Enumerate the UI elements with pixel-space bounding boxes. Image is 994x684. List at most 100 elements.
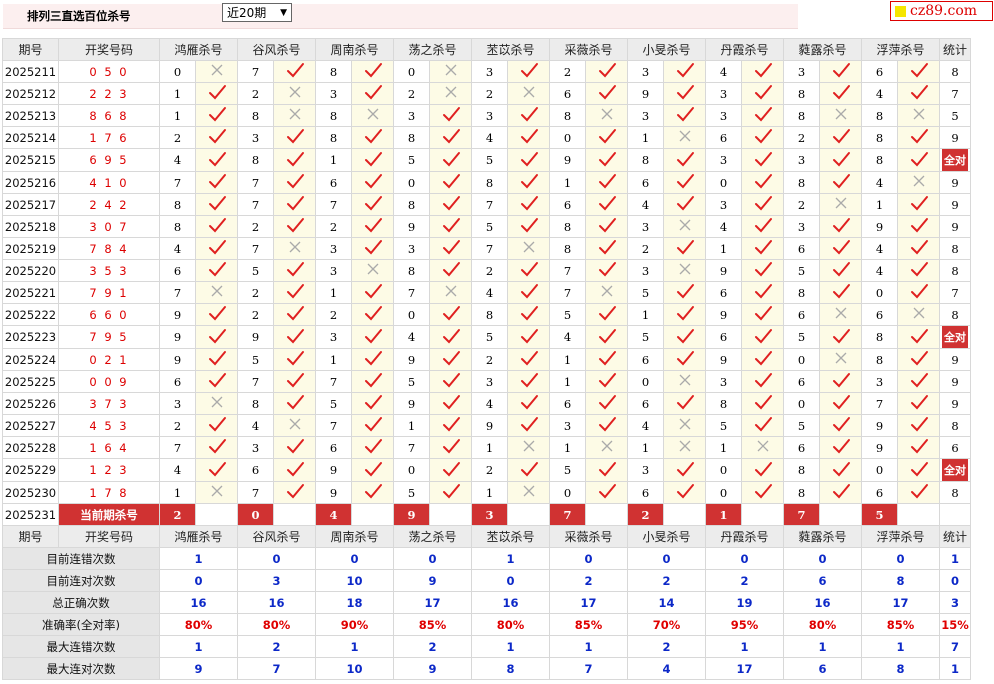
check-icon <box>598 484 616 499</box>
check-icon <box>286 284 304 299</box>
stats-row: 准确率(全对率) 80% 80% 90% 85% 80% 85% 70% 95% 80% 85% 15… <box>2 613 971 636</box>
result-mark-cell <box>351 104 394 127</box>
result-mark-cell <box>663 436 706 459</box>
check-icon <box>754 196 772 211</box>
draw-header: 开奖号码 <box>58 38 160 61</box>
kill-number-cell: 3 <box>549 414 586 437</box>
check-icon <box>754 351 772 366</box>
kill-number-cell: 6 <box>705 126 742 149</box>
kill-number-cell: 0 <box>549 481 586 504</box>
stats-value: 8 <box>861 657 940 680</box>
stats-value: 1 <box>471 547 550 570</box>
cross-icon <box>679 263 690 275</box>
kill-number-cell: 3 <box>471 370 508 393</box>
check-icon <box>520 306 538 321</box>
result-mark-cell <box>741 259 784 282</box>
stats-value: 1 <box>549 635 628 658</box>
result-mark-cell <box>351 481 394 504</box>
check-icon <box>364 218 382 233</box>
result-mark-cell <box>741 281 784 304</box>
site-logo[interactable]: cz89.com <box>890 1 993 21</box>
check-icon <box>754 218 772 233</box>
check-icon <box>286 196 304 211</box>
table-row: 2025213 8 6 81 8 8 3 3 8 3 3 8 8 5 <box>2 104 971 127</box>
result-mark-cell <box>273 215 316 238</box>
kill-number-cell: 1 <box>705 237 742 260</box>
result-mark-cell <box>273 281 316 304</box>
check-icon <box>910 395 928 410</box>
draw-number-cell: 7 9 5 <box>58 325 160 349</box>
result-mark-cell <box>897 458 940 482</box>
result-mark-cell <box>351 281 394 304</box>
stats-label: 最大连错次数 <box>2 635 160 658</box>
table-row: 2025216 4 1 077608160849 <box>2 171 971 194</box>
kill-number-cell: 2 <box>159 126 196 149</box>
cross-icon <box>289 418 300 430</box>
result-mark-cell <box>819 392 862 415</box>
kill-number-cell: 4 <box>861 171 898 194</box>
result-mark-cell <box>741 458 784 482</box>
result-mark-cell <box>507 215 550 238</box>
result-mark-cell <box>741 325 784 349</box>
kill-number-cell: 4 <box>471 126 508 149</box>
stats-value: 6 <box>783 569 862 592</box>
check-icon <box>832 151 850 166</box>
check-icon <box>208 461 226 476</box>
current-kill-label: 当前期杀号 <box>58 503 160 526</box>
cross-icon <box>601 285 612 297</box>
kill-number-cell: 9 <box>471 414 508 437</box>
stats-count: 0 <box>939 569 971 592</box>
kill-number-cell: 3 <box>705 104 742 127</box>
kill-number-cell: 2 <box>783 193 820 216</box>
result-mark-cell <box>273 481 316 504</box>
result-mark-cell <box>897 303 940 326</box>
result-mark-cell <box>273 171 316 194</box>
count-cell: 8 <box>939 303 971 326</box>
cross-icon <box>679 418 690 430</box>
table-row: 2025218 3 0 782295834399 <box>2 215 971 238</box>
cross-icon <box>445 285 456 297</box>
kill-number-cell: 1 <box>627 436 664 459</box>
check-icon <box>286 129 304 144</box>
draw-number-cell: 3 7 3 <box>58 392 160 415</box>
stats-value: 9 <box>393 657 472 680</box>
kill-number-cell: 7 <box>315 414 352 437</box>
result-mark-cell <box>195 104 238 127</box>
count-cell: 8 <box>939 414 971 437</box>
stats-value: 2 <box>627 635 706 658</box>
result-mark-cell <box>429 126 472 149</box>
check-icon <box>442 129 460 144</box>
result-mark-cell <box>741 303 784 326</box>
draw-number-cell: 0 5 0 <box>58 60 160 83</box>
table-row: 2025221 7 9 172174756807 <box>2 281 971 304</box>
kill-number-cell: 9 <box>705 303 742 326</box>
kill-number-cell: 3 <box>627 104 664 127</box>
check-icon <box>364 328 382 343</box>
kill-number-cell: 2 <box>159 414 196 437</box>
result-mark-cell <box>195 325 238 349</box>
result-mark-cell <box>351 436 394 459</box>
kill-number-cell: 8 <box>783 458 820 482</box>
kill-number-cell: 0 <box>861 458 898 482</box>
period-select[interactable]: 近20期 ▼ <box>222 3 292 22</box>
kill-number-cell: 4 <box>471 392 508 415</box>
result-mark-cell <box>897 481 940 504</box>
kill-number-cell: 3 <box>315 237 352 260</box>
kill-number-cell: 3 <box>393 104 430 127</box>
result-mark-cell <box>897 281 940 304</box>
result-mark-cell <box>663 281 706 304</box>
check-icon <box>598 395 616 410</box>
check-icon <box>832 395 850 410</box>
check-icon <box>520 284 538 299</box>
check-icon <box>754 129 772 144</box>
result-mark-cell <box>507 458 550 482</box>
result-mark-cell <box>351 325 394 349</box>
result-mark-cell <box>585 259 628 282</box>
kill-number-cell: 1 <box>549 370 586 393</box>
result-mark-cell <box>195 414 238 437</box>
result-mark-cell <box>195 193 238 216</box>
kill-number-cell: 0 <box>393 458 430 482</box>
kill-number-cell: 0 <box>705 171 742 194</box>
check-icon <box>442 240 460 255</box>
kill-number-cell: 5 <box>705 414 742 437</box>
